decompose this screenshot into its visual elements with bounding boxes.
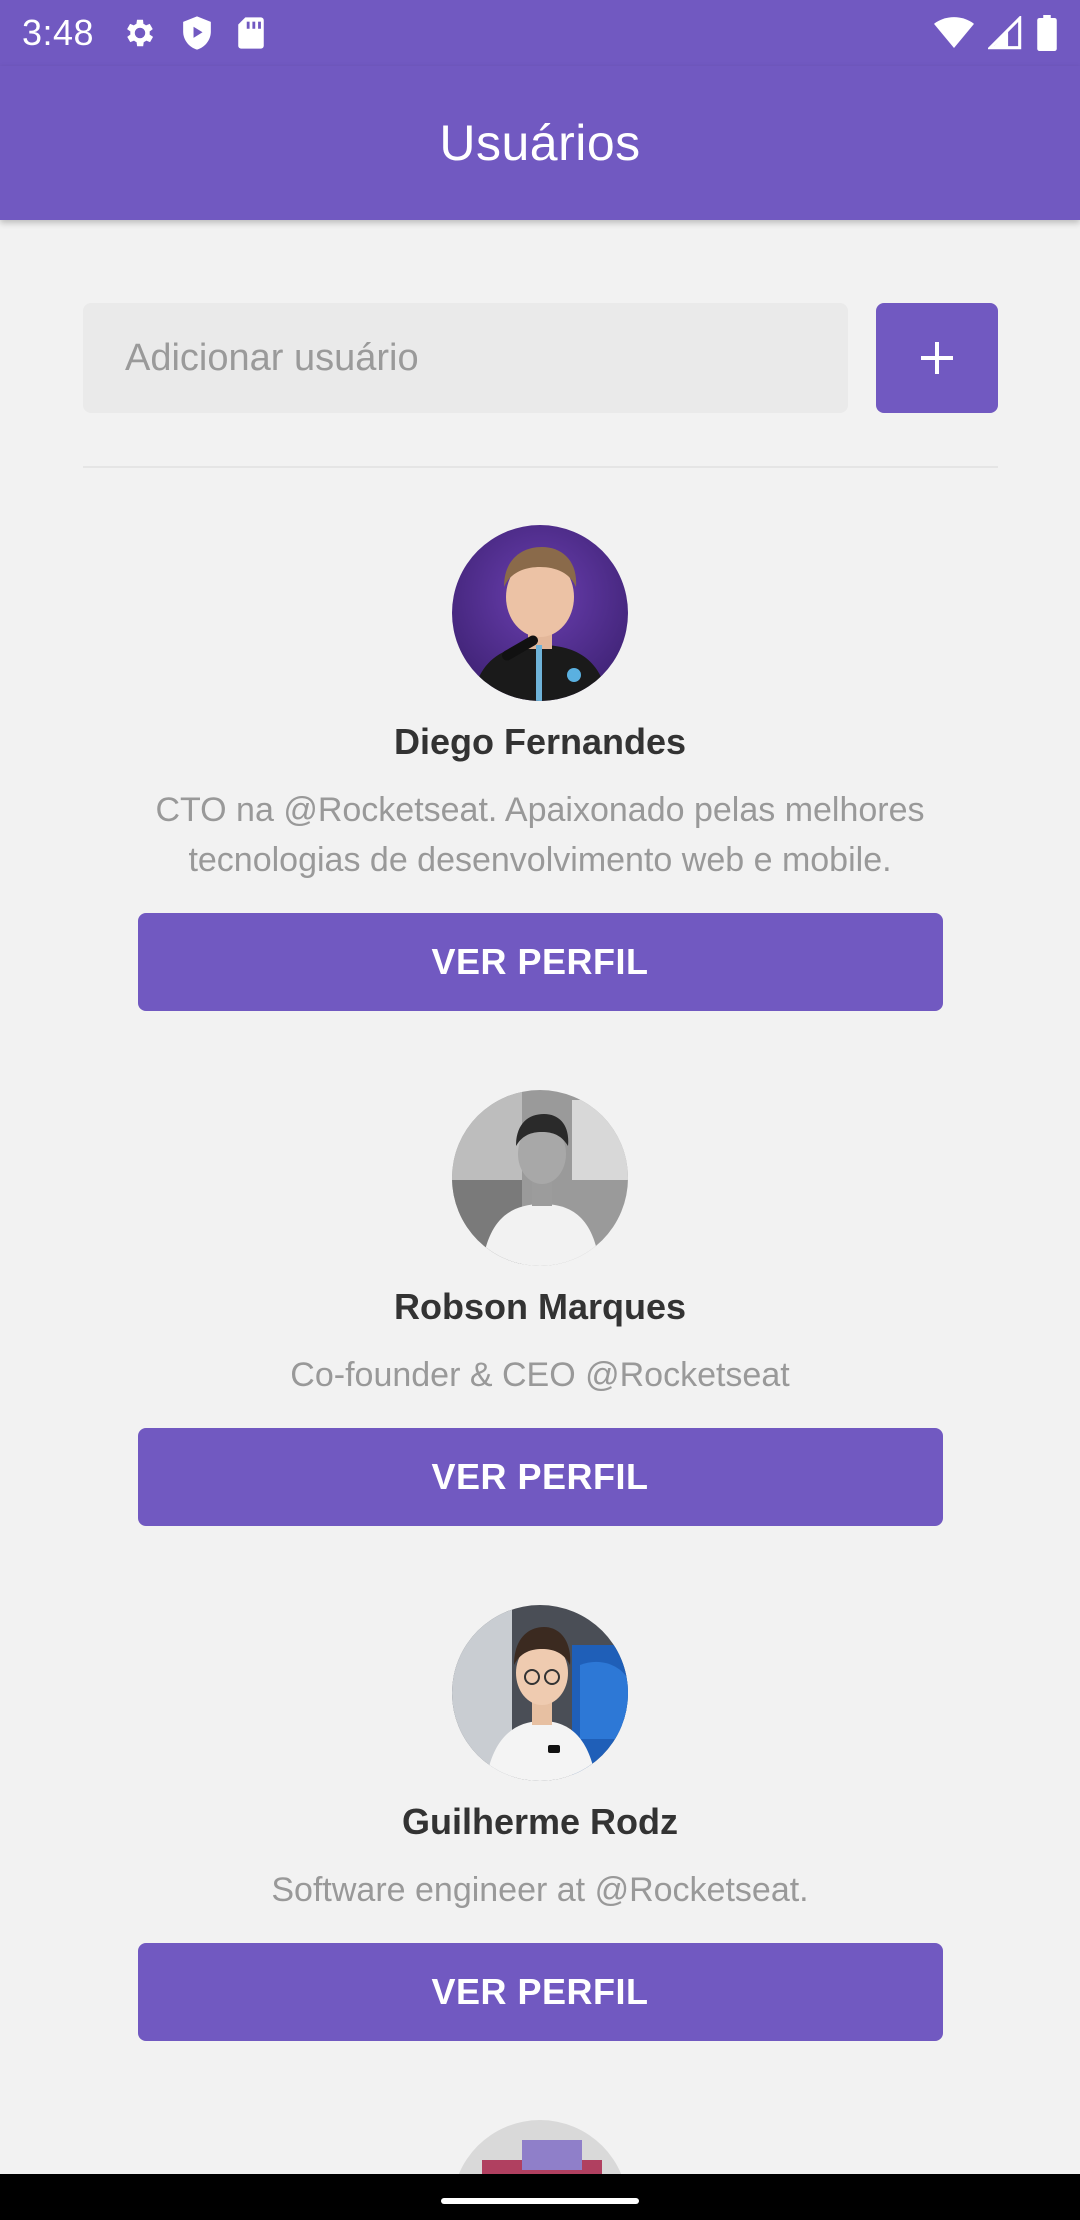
wifi-icon (934, 17, 974, 48)
user-bio: Software engineer at @Rocketseat. (271, 1871, 809, 1909)
screen: 3:48 Usuários Adicionar usuário Diego Fe… (0, 0, 1080, 2220)
app-header: Usuários (0, 66, 1080, 220)
avatar (452, 1605, 628, 1781)
add-user-button[interactable] (876, 303, 998, 413)
status-time: 3:48 (22, 12, 95, 53)
view-profile-button[interactable]: VER PERFIL (137, 913, 943, 1011)
view-profile-button[interactable]: VER PERFIL (137, 1428, 943, 1526)
battery-icon (1037, 15, 1057, 51)
user-card: Robson Marques Co-founder & CEO @Rockets… (0, 1090, 1080, 1526)
user-card: Diego Fernandes CTO na @Rocketseat. Apai… (0, 525, 1080, 1011)
user-card: Guilherme Rodz Software engineer at @Roc… (0, 1605, 1080, 2041)
divider (83, 466, 998, 468)
user-name: Guilherme Rodz (401, 1801, 679, 1842)
avatar (452, 1090, 628, 1266)
add-user-input[interactable] (83, 303, 848, 413)
signal-icon (988, 16, 1022, 50)
page-title: Usuários (439, 115, 641, 171)
sd-card-icon (238, 17, 264, 49)
status-bar: 3:48 (0, 0, 1080, 66)
add-user-form (83, 303, 998, 413)
avatar (452, 525, 628, 701)
status-left-icons (122, 15, 266, 51)
user-name: Diego Fernandes (393, 721, 687, 762)
home-gesture-handle[interactable] (441, 2198, 639, 2204)
user-name: Robson Marques (393, 1286, 687, 1327)
shield-play-icon (183, 16, 211, 50)
user-bio: CTO na @Rocketseat. Apaixonado pelas mel… (155, 791, 925, 879)
gear-icon (127, 19, 154, 47)
status-right-icons (934, 15, 1058, 51)
plus-icon (921, 342, 953, 374)
user-bio: Co-founder & CEO @Rocketseat (290, 1356, 790, 1394)
view-profile-button[interactable]: VER PERFIL (137, 1943, 943, 2041)
navigation-bar (0, 2174, 1080, 2220)
